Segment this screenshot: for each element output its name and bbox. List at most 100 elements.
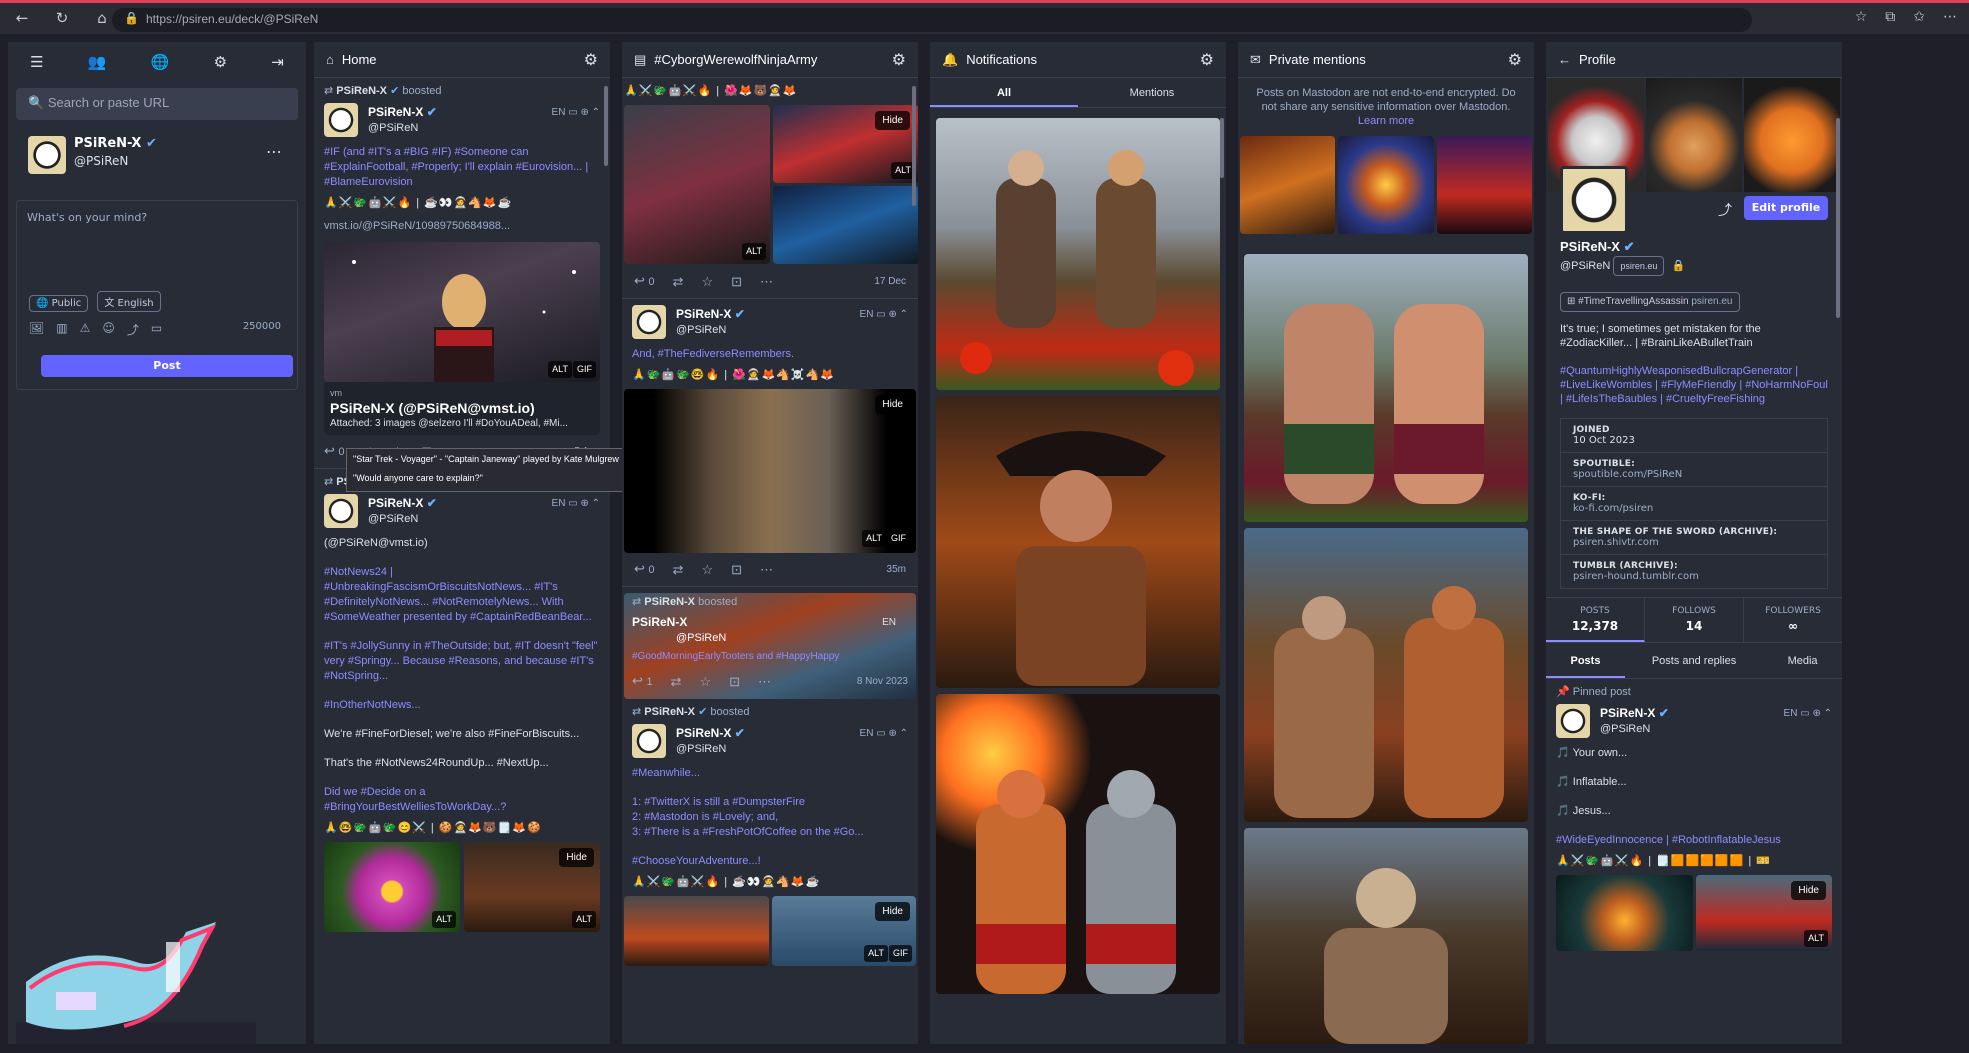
post-text[interactable]: #Meanwhile...: [632, 766, 908, 781]
fireworks-warriors-image[interactable]: [936, 694, 1220, 994]
media-image[interactable]: [1338, 136, 1434, 234]
flower-image[interactable]: ALT: [324, 842, 460, 932]
column-settings-icon[interactable]: ⚙: [584, 50, 598, 70]
avatar[interactable]: [324, 494, 358, 528]
follows-count[interactable]: FOLLOWS 14: [1645, 598, 1744, 642]
current-account[interactable]: PSiReN-X ✔ @PSiReN ⋯: [16, 126, 298, 194]
sailor-warrior-image[interactable]: [1244, 828, 1528, 1044]
avatar[interactable]: [28, 136, 66, 174]
alt-badge[interactable]: ALT: [864, 945, 888, 962]
post-date[interactable]: 17 Dec: [874, 274, 906, 289]
menu-icon[interactable]: ⋯: [1943, 9, 1957, 25]
boost-icon[interactable]: ⇄: [671, 674, 682, 689]
alt-badge[interactable]: ALT: [742, 243, 766, 260]
warning-icon[interactable]: ⚠: [80, 321, 91, 338]
kilted-warriors-image[interactable]: [936, 118, 1220, 390]
author-name[interactable]: PSiReN-X: [368, 496, 423, 510]
posts-count[interactable]: POSTS 12,378: [1546, 598, 1645, 642]
more-icon[interactable]: ⋯: [266, 142, 282, 161]
author-handle[interactable]: @PSiReN: [676, 323, 726, 338]
scrollbar[interactable]: [604, 86, 608, 166]
post-text[interactable]: #InOtherNotNews...: [324, 698, 600, 713]
column-settings-icon[interactable]: ⚙: [1200, 50, 1214, 70]
author-handle[interactable]: @PSiReN: [1600, 722, 1650, 737]
hide-button[interactable]: Hide: [559, 848, 594, 867]
favourite-icon[interactable]: ☆: [701, 274, 713, 289]
post-text[interactable]: Did we #Decide on a #BringYourBestWellie…: [324, 785, 600, 815]
avatar[interactable]: [632, 724, 666, 758]
author-name[interactable]: PSiReN-X: [632, 615, 687, 630]
more-icon[interactable]: ⋯: [758, 674, 771, 689]
kilted-brothers-image[interactable]: [1244, 254, 1528, 522]
kilt-warriors-image[interactable]: Hide ALT GIF: [624, 389, 916, 553]
media-image[interactable]: Hide ALT: [464, 842, 600, 932]
tab-media[interactable]: Media: [1763, 643, 1842, 678]
share-icon[interactable]: ⤴: [1718, 200, 1732, 220]
scrollbar[interactable]: [912, 86, 916, 206]
boost-icon[interactable]: ⇄: [673, 562, 684, 577]
alt-badge[interactable]: ALT: [572, 911, 596, 928]
hamburger-icon[interactable]: ☰: [30, 53, 43, 71]
hide-button[interactable]: Hide: [875, 395, 910, 414]
tab-all[interactable]: All: [930, 78, 1078, 107]
back-icon[interactable]: ←: [12, 9, 32, 27]
boosted-post-preview[interactable]: ⇄ PSiReN-X boosted PSiReN-X @PSiReN EN #…: [624, 593, 916, 699]
search-input[interactable]: 🔍 Search or paste URL: [16, 88, 298, 120]
media-image[interactable]: [1240, 136, 1336, 234]
people-icon[interactable]: 👥: [88, 53, 107, 71]
reply-icon[interactable]: ↩ 1: [632, 673, 653, 690]
scrollbar[interactable]: [1220, 118, 1224, 178]
alt-badge[interactable]: ALT: [862, 530, 886, 547]
post-date[interactable]: 35m: [887, 562, 906, 577]
alt-badge[interactable]: ALT: [432, 911, 456, 928]
preferences-icon[interactable]: ⚙: [214, 53, 227, 71]
star-icon[interactable]: ☆: [1855, 9, 1868, 25]
author-handle[interactable]: @PSiReN: [368, 121, 418, 136]
post-text[interactable]: 3: #There is a #FreshPotOfCoffee on the …: [632, 825, 908, 840]
media-image[interactable]: Hide ALT GIF: [771, 896, 916, 966]
post-text[interactable]: #IF (and #IT's a #BIG #IF) #Someone can …: [324, 145, 600, 190]
column-settings-icon[interactable]: ⚙: [892, 50, 906, 70]
favourite-icon[interactable]: ☆: [699, 674, 711, 689]
media-image[interactable]: [773, 186, 918, 264]
field-link[interactable]: psiren.shivtr.com: [1573, 537, 1659, 548]
card-title[interactable]: PSiReN-X (@PSiReN@vmst.io): [330, 401, 594, 416]
post-text[interactable]: (@PSiReN@vmst.io): [324, 536, 600, 551]
author-handle[interactable]: @PSiReN: [676, 742, 726, 757]
media-image[interactable]: Hide ALT: [1695, 875, 1832, 951]
post-date[interactable]: 8 Nov 2023: [857, 674, 908, 689]
post-text[interactable]: That's the #NotNews24RoundUp... #NextUp.…: [324, 756, 600, 771]
hide-button[interactable]: Hide: [875, 902, 910, 921]
image-icon[interactable]: 🖼: [29, 321, 44, 338]
more-icon[interactable]: ⋯: [760, 274, 773, 289]
reply-icon[interactable]: ↩ 0: [634, 273, 655, 290]
column-settings-icon[interactable]: ⚙: [1508, 50, 1522, 70]
avatar[interactable]: [632, 305, 666, 339]
more-icon[interactable]: ⋯: [760, 562, 773, 577]
favourite-icon[interactable]: ☆: [701, 562, 713, 577]
hide-button[interactable]: Hide: [875, 111, 910, 130]
author-handle[interactable]: @PSiReN: [676, 631, 726, 646]
alt-badge[interactable]: ALT: [1804, 930, 1828, 947]
post-text[interactable]: #NotNews24 | #UnbreakingFascismOrBiscuit…: [324, 565, 600, 625]
schedule-icon[interactable]: ▭: [151, 321, 162, 338]
home-icon[interactable]: ⌂: [92, 9, 112, 27]
bookmark-icon[interactable]: ⊡: [729, 674, 740, 689]
poll-icon[interactable]: ▥: [56, 321, 67, 338]
compose-textarea[interactable]: What's on your mind?: [27, 211, 287, 224]
address-bar[interactable]: 🔒 https://psiren.eu/deck/@PSiReN: [112, 8, 1752, 32]
media-image[interactable]: ALT: [624, 105, 770, 264]
field-link[interactable]: ko-fi.com/psiren: [1573, 503, 1653, 514]
post-text[interactable]: We're #FineForDiesel; we're also #FineFo…: [324, 727, 600, 742]
author-name[interactable]: PSiReN-X: [368, 105, 423, 119]
post-link[interactable]: vmst.io/@PSiReN/10989750684988...: [324, 219, 600, 234]
reply-icon[interactable]: ↩ 0: [324, 443, 345, 460]
media-image[interactable]: [1436, 136, 1532, 234]
forge-warriors-image[interactable]: [1244, 528, 1528, 822]
post-text[interactable]: #GoodMorningEarlyTooters and #HappyHappy: [632, 649, 839, 664]
post-text[interactable]: 🎵 Inflatable...: [1556, 775, 1832, 790]
author-name[interactable]: PSiReN-X: [676, 307, 731, 321]
featured-tag[interactable]: ⊞ #TimeTravellingAssassin psiren.eu: [1560, 292, 1740, 312]
media-image[interactable]: [1556, 875, 1693, 951]
post-text[interactable]: #ChooseYourAdventure...!: [632, 854, 908, 869]
